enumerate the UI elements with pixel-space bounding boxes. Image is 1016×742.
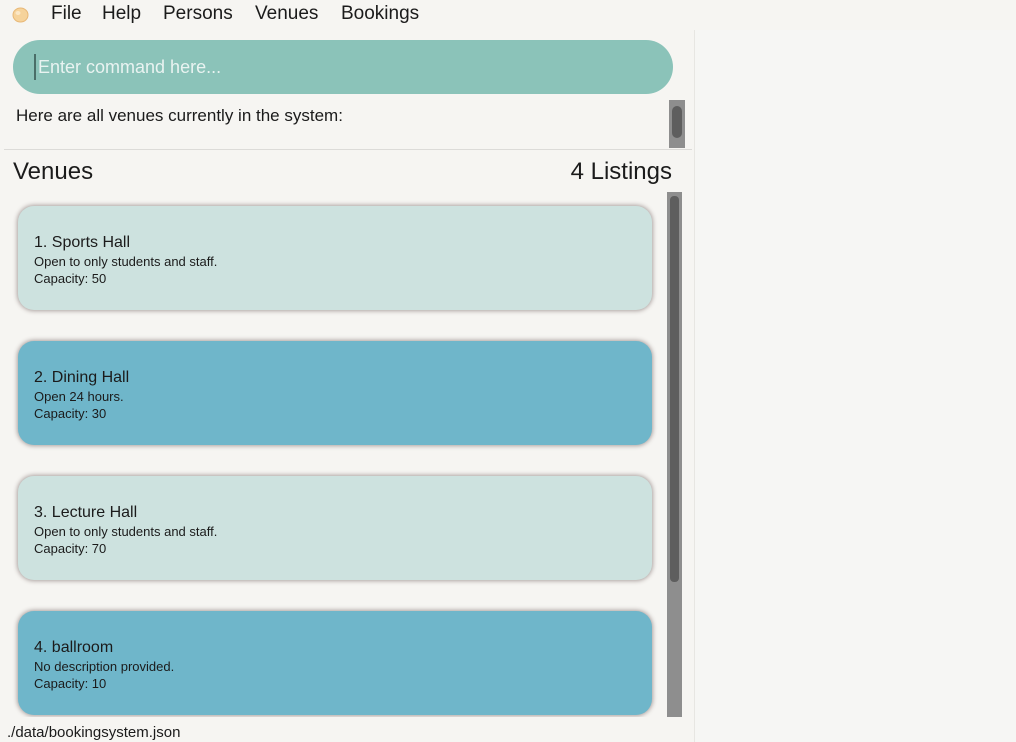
right-panel bbox=[694, 30, 1016, 742]
venue-name: 4. ballroom bbox=[34, 639, 114, 656]
venue-list: 1. Sports Hall Open to only students and… bbox=[4, 192, 666, 717]
venue-name: 1. Sports Hall bbox=[34, 234, 131, 251]
venue-description: Open 24 hours. bbox=[34, 389, 124, 404]
venue-name: 2. Dining Hall bbox=[34, 369, 130, 386]
result-text: Here are all venues currently in the sys… bbox=[16, 106, 343, 125]
egg-icon bbox=[12, 7, 29, 23]
status-file-path: ./data/bookingsystem.json bbox=[7, 724, 181, 741]
venue-card[interactable]: 1. Sports Hall Open to only students and… bbox=[18, 206, 652, 310]
venue-capacity: Capacity: 70 bbox=[34, 541, 107, 556]
venue-card[interactable]: 2. Dining Hall Open 24 hours. Capacity: … bbox=[18, 341, 652, 445]
venue-name: 3. Lecture Hall bbox=[34, 504, 138, 521]
menu-file[interactable]: File bbox=[51, 3, 82, 25]
list-scrollbar-thumb[interactable] bbox=[670, 196, 679, 582]
command-input[interactable] bbox=[34, 54, 658, 80]
app-window: File Help Persons Venues Bookings Here a… bbox=[0, 0, 1016, 742]
venue-capacity: Capacity: 10 bbox=[34, 676, 107, 691]
venue-description: Open to only students and staff. bbox=[34, 524, 218, 539]
venue-capacity: Capacity: 50 bbox=[34, 271, 107, 286]
result-display: Here are all venues currently in the sys… bbox=[4, 98, 685, 148]
menu-help[interactable]: Help bbox=[102, 3, 141, 25]
venue-capacity: Capacity: 30 bbox=[34, 406, 107, 421]
menu-persons[interactable]: Persons bbox=[163, 3, 233, 25]
venue-description: No description provided. bbox=[34, 659, 175, 674]
menu-bookings[interactable]: Bookings bbox=[341, 3, 419, 25]
venue-card[interactable]: 4. ballroom No description provided. Cap… bbox=[18, 611, 652, 715]
status-bar: ./data/bookingsystem.json bbox=[0, 718, 694, 742]
menu-venues[interactable]: Venues bbox=[255, 3, 318, 25]
command-box bbox=[13, 40, 673, 94]
list-scrollbar[interactable] bbox=[667, 192, 682, 717]
venue-description: Open to only students and staff. bbox=[34, 254, 218, 269]
result-scrollbar-thumb[interactable] bbox=[672, 106, 682, 138]
result-scrollbar[interactable] bbox=[669, 100, 685, 148]
divider bbox=[4, 149, 692, 150]
listing-count: 4 Listings bbox=[570, 158, 672, 185]
menu-bar: File Help Persons Venues Bookings bbox=[0, 0, 1016, 28]
venue-card[interactable]: 3. Lecture Hall Open to only students an… bbox=[18, 476, 652, 580]
list-title: Venues bbox=[13, 158, 94, 185]
